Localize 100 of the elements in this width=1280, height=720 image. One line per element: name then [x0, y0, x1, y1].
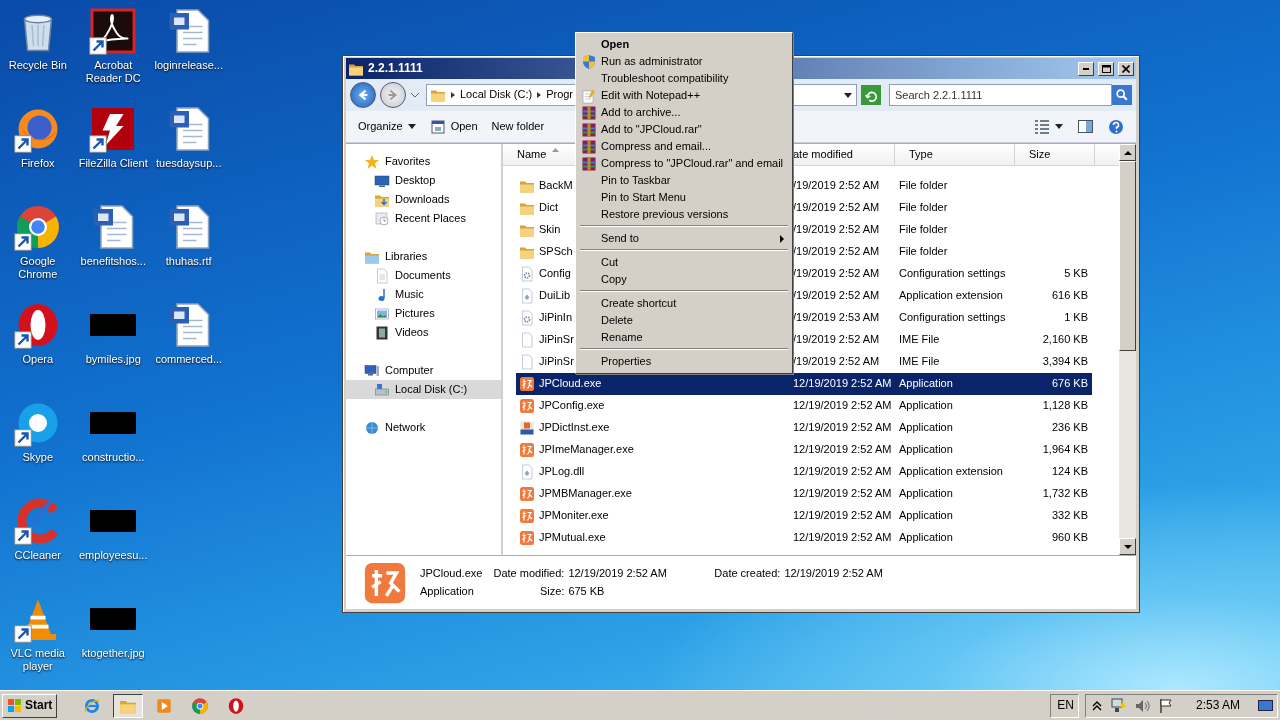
desktop-icon-label[interactable]: Opera [22, 353, 54, 366]
desktop-icon-label[interactable]: thuhas.rtf [165, 255, 212, 268]
nav-item[interactable]: Favorites [346, 152, 501, 171]
toolbar-button[interactable]: Organize [354, 117, 420, 136]
settings-file-icon [519, 266, 535, 282]
pdf-reader-icon[interactable] [89, 7, 138, 55]
nav-item[interactable]: Desktop [346, 171, 501, 190]
desktop-icon-label[interactable]: Recycle Bin [8, 59, 67, 72]
taskbar-button[interactable] [113, 693, 144, 718]
desktop-icon-label[interactable]: FileZilla Client [78, 157, 148, 170]
file-type: Configuration settings [899, 311, 1006, 324]
menu-item[interactable]: Run as administrator [578, 53, 790, 70]
search-icon [1115, 88, 1129, 102]
help-icon [1108, 118, 1124, 135]
close-button[interactable] [1118, 61, 1134, 76]
file-name: JiPinIn [539, 311, 573, 325]
date-modified: 12/19/2019 2:52 AM [793, 487, 892, 500]
dll-file-icon [519, 464, 535, 480]
desktop-icon-label[interactable]: constructio... [82, 451, 145, 464]
file-size: 1,964 KB [1042, 443, 1088, 456]
menu-item[interactable]: Pin to Start Menu [578, 189, 790, 206]
menu-item[interactable]: Send to [578, 230, 790, 247]
menu-item[interactable]: Add to archive... [578, 104, 790, 121]
desktop-icon-label[interactable]: VLC media player [0, 647, 76, 673]
file-name: JPMoniter.exe [539, 509, 609, 523]
forward-button[interactable] [380, 82, 406, 108]
redacted-thumbnail[interactable] [90, 510, 137, 532]
nav-item[interactable]: Videos [346, 323, 501, 342]
redacted-thumbnail[interactable] [90, 412, 137, 434]
desktop-icon-label[interactable]: loginrelease... [154, 59, 223, 72]
search-field[interactable]: Search 2.2.1.1111 [889, 84, 1112, 106]
nav-item[interactable]: Libraries [346, 247, 501, 266]
date-modified: 12/19/2019 2:52 AM [793, 443, 892, 456]
clock[interactable]: 2:53 AM [1195, 698, 1240, 713]
file-type: File folder [899, 201, 948, 214]
menu-item[interactable]: Copy [578, 271, 790, 288]
shield-icon [581, 53, 597, 70]
menu-item[interactable]: Create shortcut [578, 295, 790, 312]
file-size: 1,732 KB [1042, 487, 1088, 500]
back-button[interactable] [350, 82, 376, 108]
menu-item[interactable]: Add to "JPCloud.rar" [578, 121, 790, 138]
file-name: JPCloud.exe [539, 377, 602, 391]
menu-item[interactable]: Properties [578, 353, 790, 370]
file-type: Application [899, 377, 953, 390]
nav-item[interactable]: Pictures [346, 304, 501, 323]
scrollbar[interactable] [1119, 144, 1136, 555]
preview-pane-icon [1077, 118, 1094, 135]
desktop-icon-label[interactable]: benefitshos... [80, 255, 146, 268]
selected-file-row[interactable]: JPCloud.exe 12/19/2019 2:52 AM Application 676 KB [516, 373, 1092, 395]
toolbar-button[interactable]: Open [425, 116, 482, 137]
start-button[interactable]: Start [2, 693, 58, 718]
nav-item[interactable]: Documents [346, 266, 501, 285]
column-header[interactable]: Size [1015, 144, 1095, 165]
desktop-icon-label[interactable]: bymiles.jpg [85, 353, 141, 366]
file-size: 5 KB [1064, 267, 1088, 280]
menu-item[interactable]: Edit with Notepad++ [578, 87, 790, 104]
nav-item[interactable]: Music [346, 285, 501, 304]
desktop-icon-label[interactable]: commerced... [155, 353, 223, 366]
minimize-button[interactable] [1078, 61, 1094, 76]
file-type: Application [899, 399, 953, 412]
nav-item[interactable]: Computer [346, 361, 501, 380]
menu-item[interactable]: Delete [578, 312, 790, 329]
menu-item[interactable]: Troubleshoot compatibility [578, 70, 790, 87]
nav-item[interactable]: Network [346, 418, 501, 437]
date-modified: /19/2019 2:53 AM [793, 311, 880, 324]
archive-icon [581, 104, 597, 121]
menu-item[interactable]: Pin to Taskbar [578, 172, 790, 189]
submenu-arrow-icon [780, 234, 784, 243]
desktop-icon-label[interactable]: Skype [22, 451, 54, 464]
desktop-icon-label[interactable]: employeesu... [79, 549, 148, 562]
caret-icon [407, 124, 416, 129]
file-name: JPLog.dll [539, 465, 585, 479]
desktop-icon-label[interactable]: CCleaner [14, 549, 61, 562]
column-header[interactable]: Type [895, 144, 1015, 165]
refresh-button[interactable] [861, 85, 881, 105]
file-size: 3,394 KB [1042, 355, 1088, 368]
desktop-icon-label[interactable]: Google Chrome [0, 255, 76, 281]
nav-item[interactable]: Downloads [346, 190, 501, 209]
nav-item[interactable]: Recent Places [346, 209, 501, 228]
menu-item[interactable]: Rename [578, 329, 790, 346]
maximize-button[interactable] [1098, 61, 1114, 76]
desktop-icon-label[interactable]: tuesdaysup... [156, 157, 222, 170]
toolbar-button[interactable]: New folder [487, 117, 549, 136]
nav-item[interactable]: Local Disk (C:) [346, 380, 501, 399]
flag-icon [1157, 697, 1174, 714]
file-type: IME File [899, 355, 940, 368]
file-size: 124 KB [1051, 465, 1088, 478]
desktop-icon-label[interactable]: Acrobat Reader DC [75, 59, 151, 85]
field-value: 12/19/2019 2:52 AM [568, 566, 668, 580]
menu-item[interactable]: Open [578, 36, 790, 53]
menu-item[interactable]: Restore previous versions [578, 206, 790, 223]
desktop-icon-label[interactable]: Firefox [20, 157, 55, 170]
breadcrumb[interactable]: Progr [546, 88, 574, 102]
file-name: SPSch [539, 245, 573, 259]
search-button[interactable] [1112, 85, 1132, 105]
redacted-thumbnail[interactable] [90, 314, 137, 336]
browser-icon[interactable] [13, 203, 62, 251]
menu-item[interactable]: Cut [578, 254, 790, 271]
breadcrumb[interactable]: Local Disk (C:) [460, 88, 533, 102]
redacted-thumbnail[interactable] [90, 608, 137, 630]
